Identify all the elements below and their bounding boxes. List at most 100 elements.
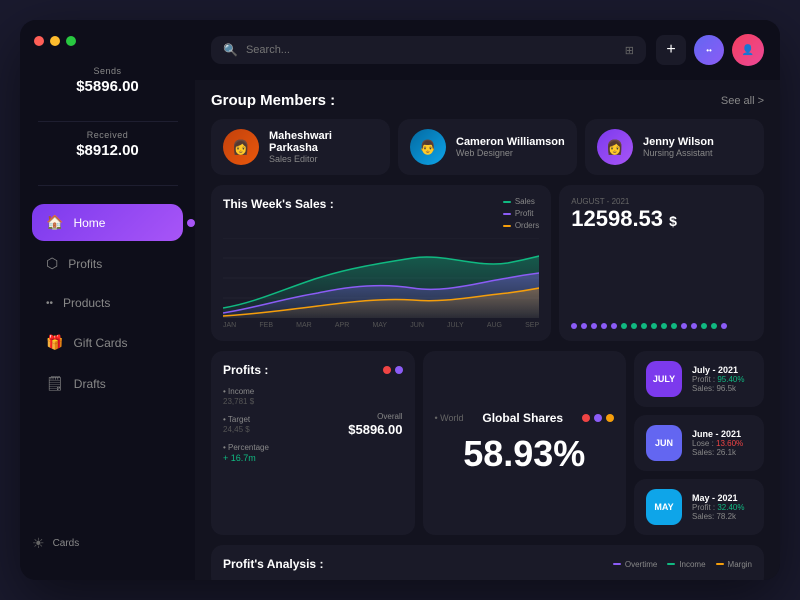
stats-date: AUGUST - 2021 [571,197,752,206]
notification-avatar[interactable]: •• [694,35,724,65]
sidebar-item-products[interactable]: •• Products [32,286,183,320]
profit-dot-1 [383,366,391,374]
june-badge: JUN [646,425,682,461]
x-label-0: JAN [223,322,236,329]
legend-dot-sales [503,201,511,203]
chart-header: This Week's Sales : Sales Profit [223,197,539,230]
member-role-0: Sales Editor [269,154,378,164]
percentage-value: + 16.7m [223,453,403,463]
products-icon: •• [46,298,53,309]
chart-area [223,238,539,318]
month-card-june: JUN June - 2021 Lose : 13.60% Sales: 26.… [634,415,764,471]
sidebar-item-home-label: Home [73,216,105,230]
stat-dot [571,323,577,329]
monthly-column: JULY July - 2021 Profit : 95.40% Sales: … [634,351,764,535]
group-members-header: Group Members : See all > [211,92,764,109]
may-title: May - 2021 [692,493,752,503]
profits-color-dots [383,366,403,374]
legend-dot-orders [503,225,511,227]
minimize-button[interactable] [50,36,60,46]
topbar: 🔍 ⊞ + •• 👤 [195,20,780,80]
sidebar-nav: 🏠 Home ⬡ Profits •• Products 🎁 Gift Card… [20,204,195,402]
member-card-0: 👩 Maheshwari Parkasha Sales Editor [211,119,390,175]
june-info: June - 2021 Lose : 13.60% Sales: 26.1k [692,429,752,457]
active-indicator [187,219,195,227]
may-info: May - 2021 Profit : 32.40% Sales: 78.2k [692,493,752,521]
july-info: July - 2021 Profit : 95.40% Sales: 96.5k [692,365,752,393]
grid-view-icon[interactable]: ⊞ [625,44,634,57]
toggle-icon[interactable]: ☀ [32,535,45,552]
legend-profit: Profit [503,209,539,218]
app-window: Sends $5896.00 Received $8912.00 🏠 Home … [20,20,780,580]
stat-dot [631,323,637,329]
bottom-row: Profits : • Income 23,781 $ [211,351,764,535]
see-all-link[interactable]: See all > [721,95,764,107]
legend-label-income: Income [679,560,705,569]
profits-title: Profits : [223,363,268,377]
income-label: • Income [223,387,403,396]
close-button[interactable] [34,36,44,46]
sidebar-item-profits-label: Profits [68,257,102,271]
stats-unit: $ [669,213,677,229]
x-label-7: AUG [487,322,502,329]
x-label-1: FEB [259,322,273,329]
search-input[interactable] [246,44,617,56]
profit-item-target: • Target 24,45 $ Overall $5896.00 [223,412,403,437]
analysis-legend: Overtime Income Margin [613,560,752,569]
legend-income: Income [667,560,705,569]
legend-dot-margin [716,563,724,565]
x-label-5: JUN [410,322,424,329]
stat-dot [701,323,707,329]
chart-title: This Week's Sales : [223,197,334,211]
month-card-july: JULY July - 2021 Profit : 95.40% Sales: … [634,351,764,407]
topbar-actions: + •• 👤 [656,34,764,66]
sidebar-item-gift-cards-label: Gift Cards [73,336,127,350]
analysis-header: Profit's Analysis : Overtime Income M [223,557,752,571]
legend-label-profit: Profit [515,209,534,218]
global-dot-1 [582,414,590,422]
member-name-1: Cameron Williamson [456,136,565,148]
member-name-2: Jenny Wilson [643,136,714,148]
add-button[interactable]: + [656,35,686,65]
drafts-icon: 🗒 [46,375,64,392]
member-role-1: Web Designer [456,148,565,158]
legend-label-margin: Margin [728,560,752,569]
legend-dot-profit [503,213,511,215]
sends-amount: $5896.00 [76,78,139,95]
percentage-label: • Percentage [223,443,403,452]
stat-dot [671,323,677,329]
search-icon: 🔍 [223,43,238,57]
may-badge: MAY [646,489,682,525]
stat-dot [601,323,607,329]
legend-label-overtime: Overtime [625,560,657,569]
july-badge: JULY [646,361,682,397]
received-amount: $8912.00 [76,142,139,159]
stat-dot [711,323,717,329]
member-info-0: Maheshwari Parkasha Sales Editor [269,130,378,164]
income-sub: 23,781 $ [223,397,403,406]
x-label-4: MAY [372,322,387,329]
legend-orders: Orders [503,221,539,230]
stat-dot [721,323,727,329]
sidebar-item-drafts[interactable]: 🗒 Drafts [32,365,183,402]
search-bar[interactable]: 🔍 ⊞ [211,36,646,64]
sidebar-item-home[interactable]: 🏠 Home [32,204,183,241]
legend-margin: Margin [716,560,752,569]
profits-list: • Income 23,781 $ • Target 24,45 $ Overa… [223,387,403,463]
june-title: June - 2021 [692,429,752,439]
stat-dot [681,323,687,329]
member-info-1: Cameron Williamson Web Designer [456,136,565,158]
maximize-button[interactable] [66,36,76,46]
chart-legend: Sales Profit Orders [503,197,539,230]
july-detail: Profit : 95.40% Sales: 96.5k [692,375,752,393]
user-avatar[interactable]: 👤 [732,34,764,66]
stat-dot [581,323,587,329]
sidebar-item-profits[interactable]: ⬡ Profits [32,245,183,282]
may-detail: Profit : 32.40% Sales: 78.2k [692,503,752,521]
sidebar-item-gift-cards[interactable]: 🎁 Gift Cards [32,324,183,361]
sidebar-item-drafts-label: Drafts [74,377,106,391]
profits-card: Profits : • Income 23,781 $ [211,351,415,535]
window-controls [20,36,76,46]
overall-value: $5896.00 [348,422,402,437]
sidebar-bottom: ☀ Cards [20,523,195,564]
